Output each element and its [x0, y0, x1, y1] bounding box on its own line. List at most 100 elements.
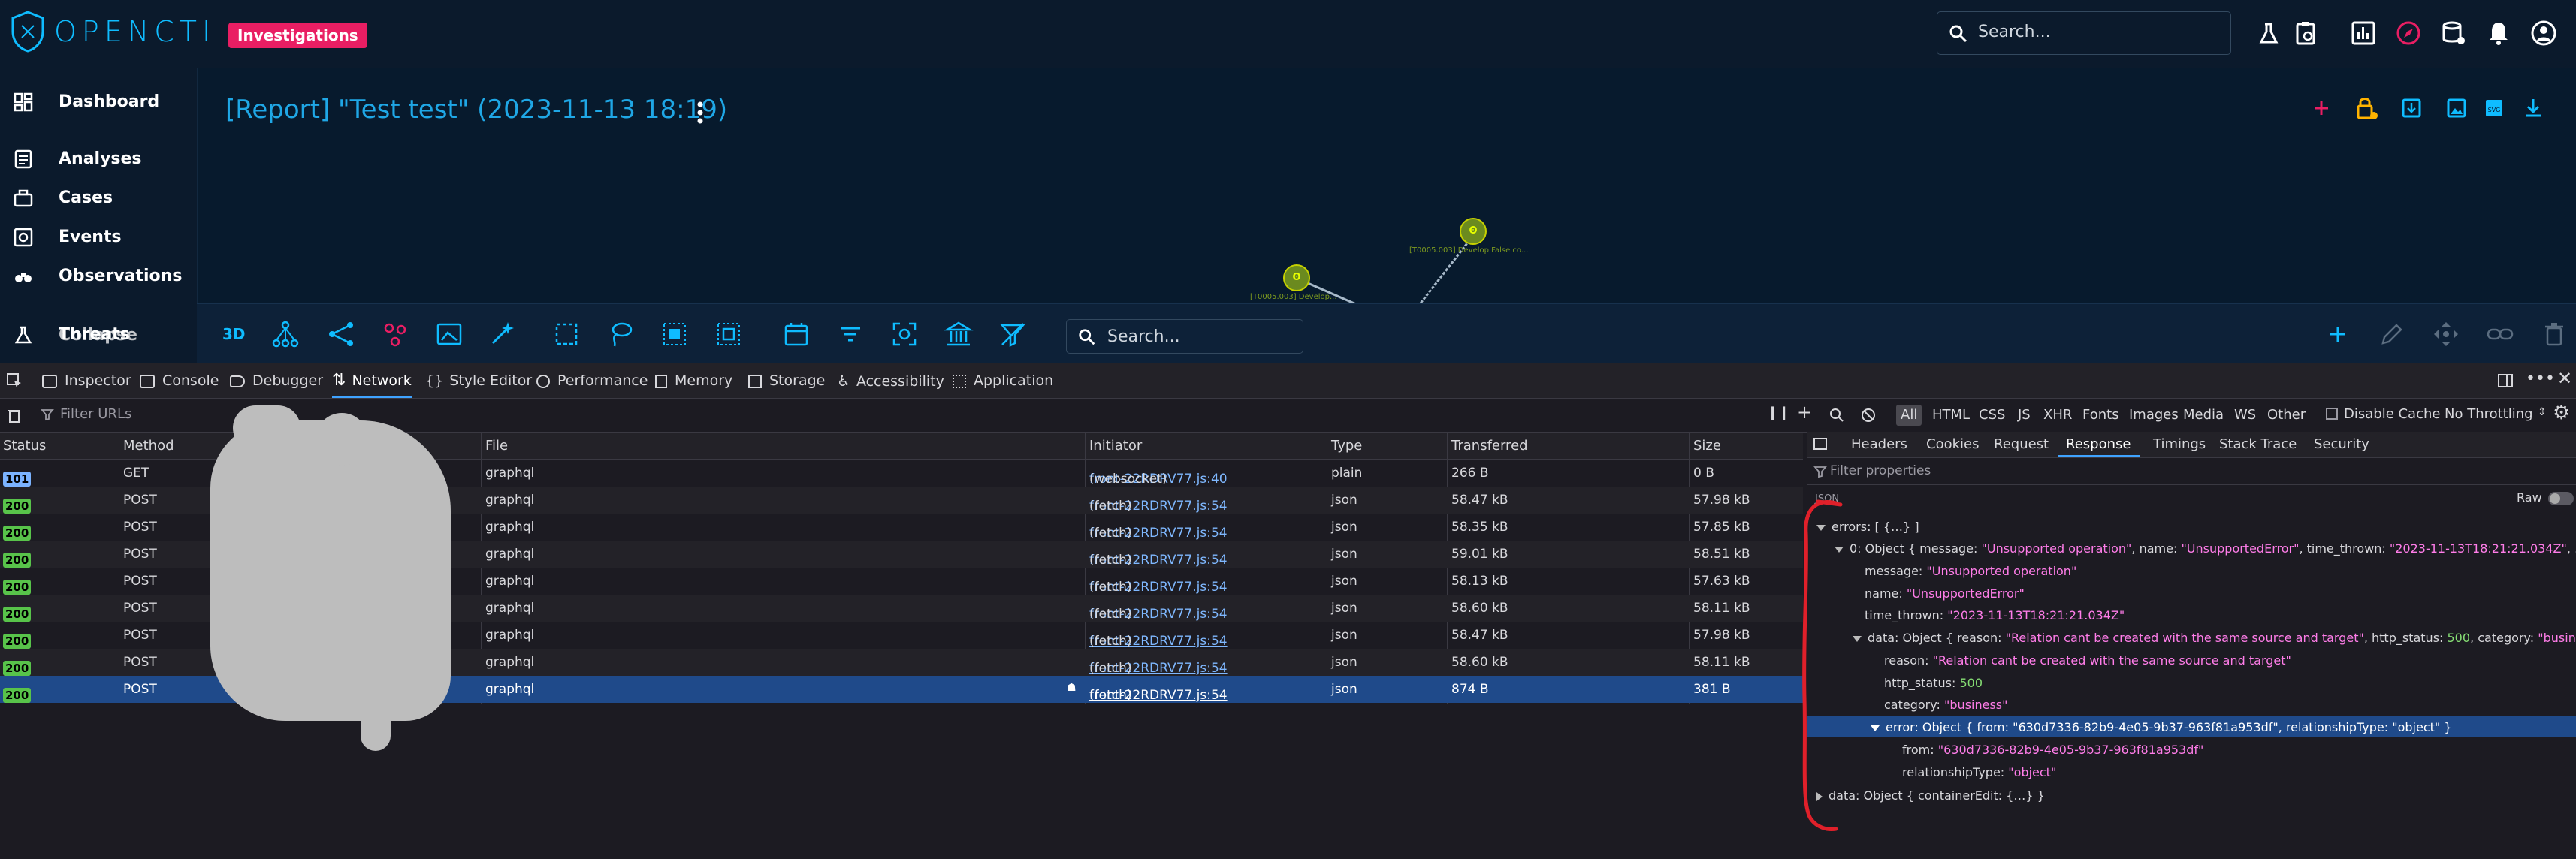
- horizontal-tree-icon[interactable]: [326, 319, 356, 349]
- throttling-select[interactable]: No Throttling: [2445, 406, 2533, 422]
- move-icon[interactable]: [2431, 319, 2461, 349]
- tab-accessibility[interactable]: ♿ Accessibility: [837, 363, 944, 398]
- download-icon[interactable]: [2517, 92, 2550, 125]
- search-icon[interactable]: [1829, 407, 1845, 423]
- filter-all[interactable]: All: [1896, 405, 1922, 426]
- select-all-icon[interactable]: [660, 319, 690, 349]
- file-export-icon[interactable]: SVG: [2478, 92, 2511, 125]
- filter-properties-input[interactable]: Filter properties: [1807, 459, 2576, 485]
- trash-icon[interactable]: [6, 407, 23, 423]
- graph-node-attack-pattern[interactable]: ʘ: [1283, 264, 1310, 291]
- tab-style-editor[interactable]: {} Style Editor: [425, 363, 532, 398]
- tab-response[interactable]: Response: [2066, 436, 2131, 452]
- global-search-input[interactable]: Search...: [1937, 11, 2231, 55]
- json-node-name[interactable]: name: "UnsupportedError": [1865, 586, 2025, 601]
- calendar-icon[interactable]: [781, 319, 811, 349]
- filter-other[interactable]: Other: [2263, 405, 2310, 426]
- column-type[interactable]: Type: [1331, 438, 1362, 454]
- json-node-relationship-type[interactable]: relationshipType: "object": [1902, 765, 2056, 779]
- delete-icon[interactable]: [2539, 319, 2569, 349]
- magic-wand-icon[interactable]: [487, 319, 517, 349]
- column-file[interactable]: File: [485, 438, 508, 454]
- tab-timings[interactable]: Timings: [2153, 436, 2206, 452]
- focus-icon[interactable]: [889, 319, 920, 349]
- column-status[interactable]: Status: [3, 438, 46, 454]
- account-icon[interactable]: [2529, 18, 2559, 48]
- json-node-category[interactable]: category: "business": [1884, 698, 2007, 712]
- sidebar-item-analyses[interactable]: Analyses: [0, 140, 197, 176]
- bar-chart-icon[interactable]: [2348, 18, 2378, 48]
- graph-node-attack-pattern[interactable]: ʘ: [1460, 218, 1487, 245]
- json-node-data[interactable]: data: Object { reason: "Relation cant be…: [1853, 631, 2576, 645]
- tab-cookies[interactable]: Cookies: [1926, 436, 1979, 452]
- filter-media[interactable]: Media: [2179, 405, 2228, 426]
- select-rectangle-icon[interactable]: [551, 319, 581, 349]
- column-size[interactable]: Size: [1693, 438, 1721, 454]
- sidebar-item-events[interactable]: Events: [0, 219, 197, 255]
- filter-css[interactable]: CSS: [1974, 405, 2010, 426]
- tab-request[interactable]: Request: [1994, 436, 2049, 452]
- compass-icon[interactable]: [2393, 18, 2423, 48]
- gear-icon[interactable]: ⚙: [2553, 402, 2570, 424]
- lasso-icon[interactable]: [605, 319, 636, 349]
- pause-icon[interactable]: ❙❙: [1767, 405, 1789, 420]
- edit-icon[interactable]: [2377, 319, 2407, 349]
- json-node-message[interactable]: message: "Unsupported operation": [1865, 564, 2076, 578]
- filter-fonts[interactable]: Fonts: [2078, 405, 2124, 426]
- sidebar-collapse[interactable]: Collapse: [0, 317, 197, 353]
- link-icon[interactable]: [2485, 319, 2515, 349]
- json-node-reason[interactable]: reason: "Relation cant be created with t…: [1884, 653, 2291, 668]
- force-layout-icon[interactable]: [380, 319, 410, 349]
- tab-headers[interactable]: Headers: [1851, 436, 1907, 452]
- json-node-from[interactable]: from: "630d7336-82b9-4e05-9b37-963f81a95…: [1902, 743, 2203, 757]
- tab-stack-trace[interactable]: Stack Trace: [2219, 436, 2297, 452]
- tab-inspector[interactable]: Inspector: [42, 363, 131, 398]
- json-node-item0[interactable]: 0: Object { message: "Unsupported operat…: [1835, 541, 2576, 556]
- select-relationships-icon[interactable]: [714, 319, 744, 349]
- lock-icon[interactable]: [2350, 92, 2383, 125]
- clipboard-search-icon[interactable]: [2291, 18, 2321, 48]
- add-icon[interactable]: [2305, 92, 2338, 125]
- json-node-error[interactable]: error: Object { from: "630d7336-82b9-4e0…: [1871, 720, 2452, 734]
- json-node-data-root[interactable]: data: Object { containerEdit: {…} }: [1816, 788, 2045, 803]
- more-vert-icon[interactable]: [691, 98, 709, 128]
- tab-debugger[interactable]: Debugger: [230, 363, 323, 398]
- filter-html[interactable]: HTML: [1928, 405, 1974, 426]
- sidebar-item-observations[interactable]: Observations: [0, 258, 197, 294]
- tab-memory[interactable]: Memory: [655, 363, 732, 398]
- database-settings-icon[interactable]: [2439, 18, 2469, 48]
- filter-off-icon[interactable]: [998, 319, 1028, 349]
- tab-security[interactable]: Security: [2314, 436, 2369, 452]
- tab-storage[interactable]: Storage: [748, 363, 825, 398]
- filter-ws[interactable]: WS: [2230, 405, 2260, 426]
- filter-images[interactable]: Images: [2125, 405, 2183, 426]
- dock-icon[interactable]: [2497, 372, 2514, 389]
- block-icon[interactable]: [1860, 407, 1877, 423]
- image-icon[interactable]: [2440, 92, 2473, 125]
- filter-js[interactable]: JS: [2013, 405, 2035, 426]
- bank-icon[interactable]: [944, 319, 974, 349]
- bell-icon[interactable]: [2484, 18, 2514, 48]
- column-initiator[interactable]: Initiator: [1089, 438, 1142, 454]
- tab-performance[interactable]: Performance: [536, 363, 648, 398]
- tab-console[interactable]: Console: [140, 363, 219, 398]
- tab-network[interactable]: ⇅ Network: [332, 363, 412, 398]
- json-node-http-status[interactable]: http_status: 500: [1884, 676, 1983, 690]
- column-transferred[interactable]: Transferred: [1451, 438, 1528, 454]
- tree-layout-icon[interactable]: [270, 319, 300, 349]
- disable-cache-checkbox[interactable]: [2326, 408, 2338, 420]
- pick-element-icon[interactable]: [6, 372, 23, 389]
- add-icon[interactable]: +: [1797, 402, 1812, 423]
- sidebar-item-cases[interactable]: Cases: [0, 179, 197, 216]
- filter-xhr[interactable]: XHR: [2039, 405, 2076, 426]
- 3d-toggle-button[interactable]: 3D: [222, 325, 246, 343]
- column-method[interactable]: Method: [123, 438, 174, 454]
- close-icon[interactable]: ✕: [2557, 368, 2572, 389]
- flask-icon[interactable]: [2254, 18, 2284, 48]
- more-options-icon[interactable]: •••: [2526, 369, 2555, 388]
- raw-toggle[interactable]: [2548, 492, 2574, 505]
- json-node-time-thrown[interactable]: time_thrown: "2023-11-13T18:21:21.034Z": [1865, 608, 2125, 622]
- fit-image-icon[interactable]: [434, 319, 464, 349]
- toggle-sidebar-icon[interactable]: [1813, 438, 1827, 450]
- opencti-logo[interactable]: OPENCTI: [11, 11, 216, 53]
